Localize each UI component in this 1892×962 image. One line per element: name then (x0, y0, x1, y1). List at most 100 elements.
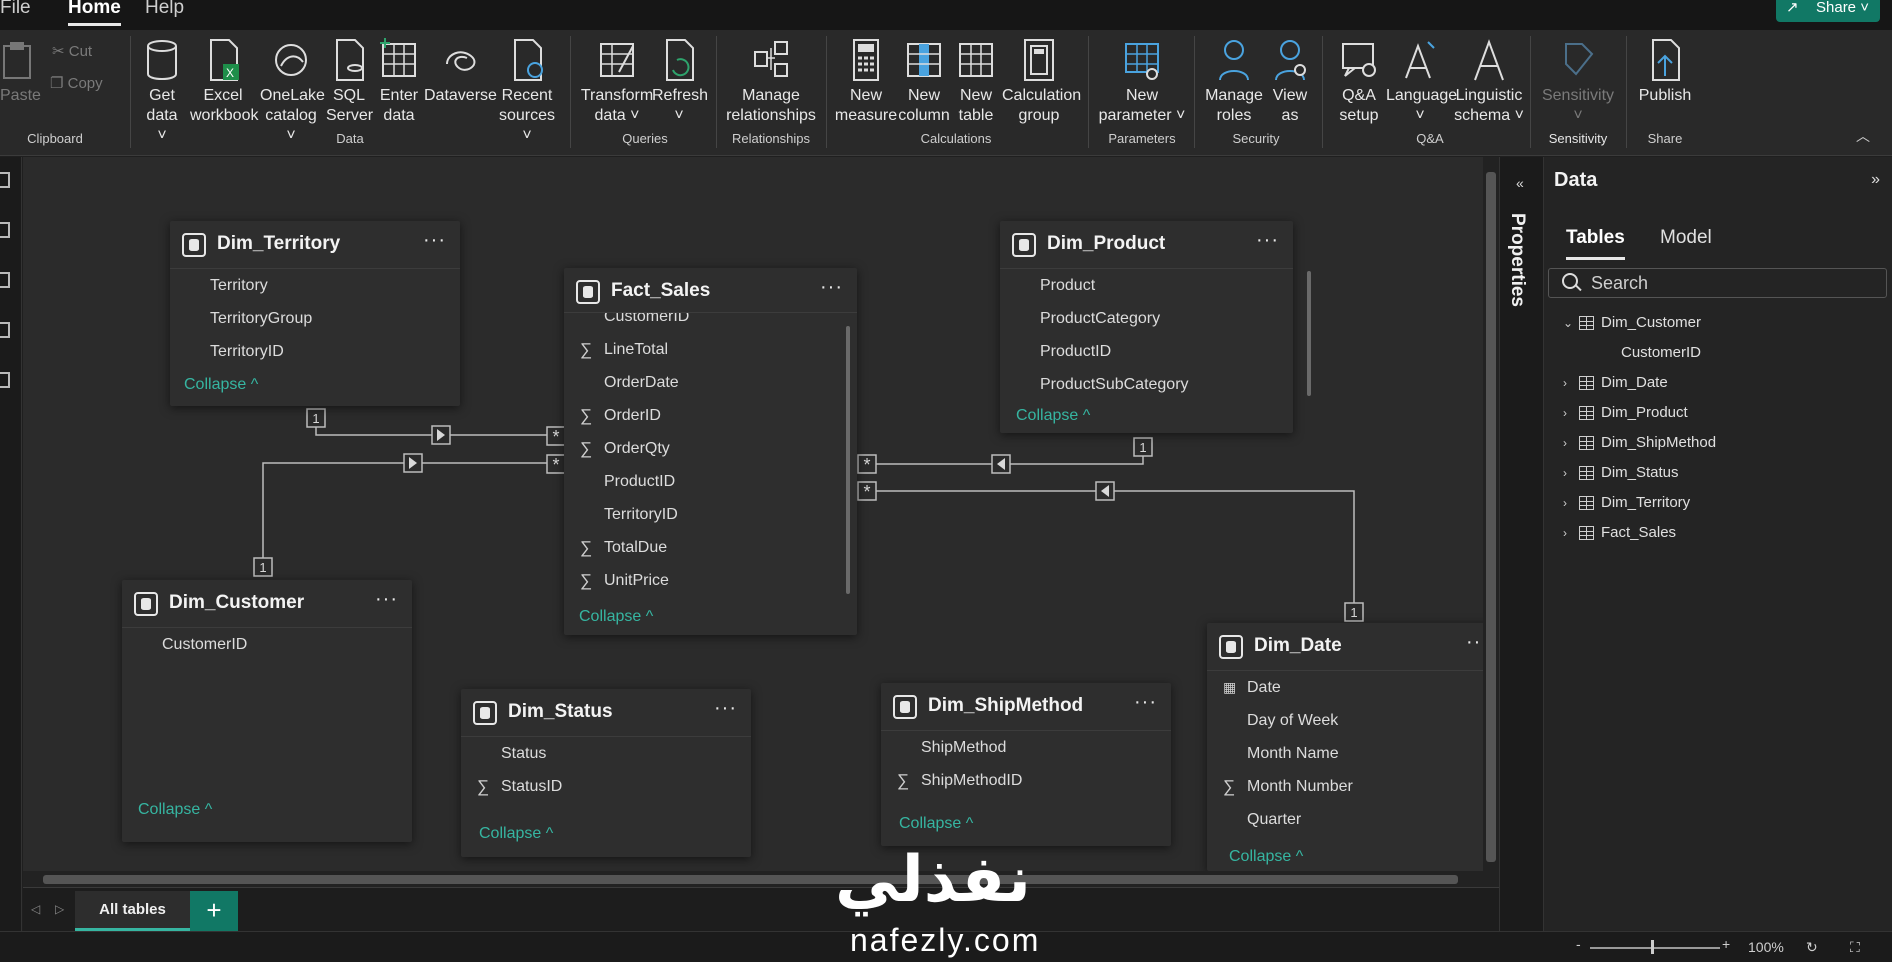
canvas-vertical-scrollbar[interactable] (1483, 157, 1499, 887)
field-list-scrollbar[interactable] (846, 326, 850, 594)
table-card-header[interactable]: Dim_Date ··· (1207, 623, 1483, 671)
collapse-button[interactable]: Collapse ^ (579, 608, 653, 626)
field-order-id[interactable]: ∑ OrderID (564, 399, 857, 432)
field-territory[interactable]: Territory (170, 269, 460, 302)
field-product-id[interactable]: ProductID (1000, 335, 1293, 368)
scrollbar-thumb[interactable] (43, 875, 1458, 884)
field-unit-price[interactable]: ∑ UnitPrice (564, 564, 857, 597)
more-options-icon[interactable]: ··· (1466, 631, 1483, 654)
table-card-header[interactable]: Dim_ShipMethod ··· (881, 683, 1171, 731)
menu-file[interactable]: File (0, 0, 31, 26)
collapse-button[interactable]: Collapse ^ (138, 801, 212, 819)
field-month-number[interactable]: ∑ Month Number (1207, 770, 1483, 803)
table-card-dim-status[interactable]: Dim_Status ··· Status ∑ StatusID Collapse… (461, 689, 751, 857)
chevron-right-icon[interactable]: › (1563, 370, 1567, 396)
dax-query-view-icon[interactable] (0, 322, 10, 338)
zoom-slider[interactable] (1590, 947, 1720, 949)
more-options-icon[interactable]: ··· (1134, 691, 1157, 714)
field-line-total[interactable]: ∑ LineTotal (564, 333, 857, 366)
table-card-dim-date[interactable]: Dim_Date ··· ▦ Date Day of Week Month Nam… (1207, 623, 1483, 871)
field-product-category[interactable]: ProductCategory (1000, 302, 1293, 335)
field-total-due[interactable]: ∑ TotalDue (564, 531, 857, 564)
fit-to-screen-icon[interactable]: ⛶ (1850, 939, 1860, 956)
chevron-right-icon[interactable]: › (1563, 520, 1567, 546)
table-card-header[interactable]: Dim_Product ··· (1000, 221, 1293, 269)
manage-relationships-button[interactable]: Manage relationships (720, 36, 822, 126)
paste-button[interactable]: Paste (0, 36, 41, 106)
field-order-date[interactable]: OrderDate (564, 366, 857, 399)
collapse-button[interactable]: Collapse ^ (899, 815, 973, 833)
field-list-scrollbar[interactable] (1307, 271, 1311, 396)
tab-next-icon[interactable]: ▷ (55, 902, 64, 916)
menu-home[interactable]: Home (68, 0, 121, 26)
table-card-header[interactable]: Fact_Sales ··· (564, 268, 857, 313)
reset-zoom-icon[interactable]: ↻ (1806, 939, 1818, 956)
language-button[interactable]: Language ˅ (1386, 36, 1457, 126)
linguistic-schema-button[interactable]: Linguistic schema ˅ (1454, 36, 1524, 126)
sql-server-button[interactable]: SQL Server (326, 36, 373, 126)
collapse-button[interactable]: Collapse ^ (1016, 407, 1090, 425)
table-card-dim-shipmethod[interactable]: Dim_ShipMethod ··· ShipMethod ∑ ShipMetho… (881, 683, 1171, 846)
field-day-of-week[interactable]: Day of Week (1207, 704, 1483, 737)
field-product-subcategory[interactable]: ProductSubCategory (1000, 368, 1293, 401)
field-month-name[interactable]: Month Name (1207, 737, 1483, 770)
new-parameter-button[interactable]: New parameter ˅ (1096, 36, 1188, 126)
field-customer-id[interactable]: CustomerID (564, 313, 857, 333)
menu-help[interactable]: Help (145, 0, 184, 26)
more-options-icon[interactable]: ··· (714, 697, 737, 720)
collapse-button[interactable]: Collapse ^ (184, 376, 258, 394)
table-card-dim-product[interactable]: Dim_Product ··· Product ProductCategory … (1000, 221, 1311, 433)
field-product-id[interactable]: ProductID (564, 465, 857, 498)
tmdl-view-icon[interactable] (0, 372, 10, 388)
sensitivity-button[interactable]: Sensitivity ˅ (1536, 36, 1620, 126)
excel-workbook-button[interactable]: X Excel workbook (190, 36, 258, 126)
qa-setup-button[interactable]: Q&A setup (1330, 36, 1388, 126)
add-layout-button[interactable]: + (190, 891, 238, 931)
new-column-button[interactable]: New column (898, 36, 950, 126)
scrollbar-thumb[interactable] (1486, 172, 1496, 862)
field-order-qty[interactable]: ∑ OrderQty (564, 432, 857, 465)
tab-tables[interactable]: Tables (1566, 227, 1625, 260)
onelake-catalog-button[interactable]: OneLake catalog ˅ (260, 36, 325, 146)
model-diagram-canvas[interactable]: 1 1 1 1 * * * * Dim_Territory ··· Territ… (23, 157, 1483, 887)
calculation-group-button[interactable]: Calculation group (1002, 36, 1081, 126)
field-ship-method[interactable]: ShipMethod (881, 731, 1171, 764)
tree-item-dim-status[interactable]: › Dim_Status (1544, 460, 1892, 486)
dataverse-button[interactable]: Dataverse (424, 36, 497, 106)
chevron-down-icon[interactable]: ⌄ (1563, 310, 1573, 336)
tab-all-tables[interactable]: All tables (75, 891, 190, 931)
field-status[interactable]: Status (461, 737, 751, 770)
table-card-dim-customer[interactable]: Dim_Customer ··· CustomerID Collapse ^ (122, 580, 412, 842)
chevron-right-icon[interactable]: › (1563, 490, 1567, 516)
copy-button[interactable]: ❐ Copy (50, 74, 103, 92)
tree-item-dim-customer[interactable]: ⌄ Dim_Customer (1544, 310, 1892, 336)
tab-model[interactable]: Model (1660, 227, 1712, 249)
more-options-icon[interactable]: ··· (1256, 229, 1279, 252)
table-view-icon[interactable] (0, 222, 10, 238)
collapse-button[interactable]: Collapse ^ (1229, 848, 1303, 866)
search-input[interactable] (1548, 268, 1887, 298)
properties-pane-collapsed[interactable]: « Properties (1499, 157, 1544, 931)
more-options-icon[interactable]: ··· (375, 588, 398, 611)
field-territory-id[interactable]: TerritoryID (170, 335, 460, 368)
field-product[interactable]: Product (1000, 269, 1293, 302)
field-status-id[interactable]: ∑ StatusID (461, 770, 751, 803)
field-customer-id[interactable]: CustomerID (122, 628, 412, 661)
table-card-header[interactable]: Dim_Territory ··· (170, 221, 460, 269)
publish-button[interactable]: Publish (1634, 36, 1696, 106)
expand-chevron-icon[interactable]: « (1516, 175, 1524, 191)
field-ship-method-id[interactable]: ∑ ShipMethodID (881, 764, 1171, 797)
view-as-button[interactable]: View as (1268, 36, 1312, 126)
field-territory-group[interactable]: TerritoryGroup (170, 302, 460, 335)
more-options-icon[interactable]: ··· (423, 229, 446, 252)
manage-roles-button[interactable]: Manage roles (1200, 36, 1268, 126)
more-options-icon[interactable]: ··· (820, 276, 843, 299)
tree-item-fact-sales[interactable]: › Fact_Sales (1544, 520, 1892, 546)
collapse-ribbon-icon[interactable]: ︿ (1856, 126, 1870, 146)
tree-item-dim-product[interactable]: › Dim_Product (1544, 400, 1892, 426)
share-button[interactable]: ↗ Share ˅ (1776, 0, 1880, 22)
model-view-icon[interactable] (0, 272, 10, 288)
table-card-dim-territory[interactable]: Dim_Territory ··· Territory TerritoryGro… (170, 221, 460, 406)
collapse-button[interactable]: Collapse ^ (479, 825, 553, 843)
refresh-button[interactable]: Refresh ˅ (652, 36, 708, 126)
